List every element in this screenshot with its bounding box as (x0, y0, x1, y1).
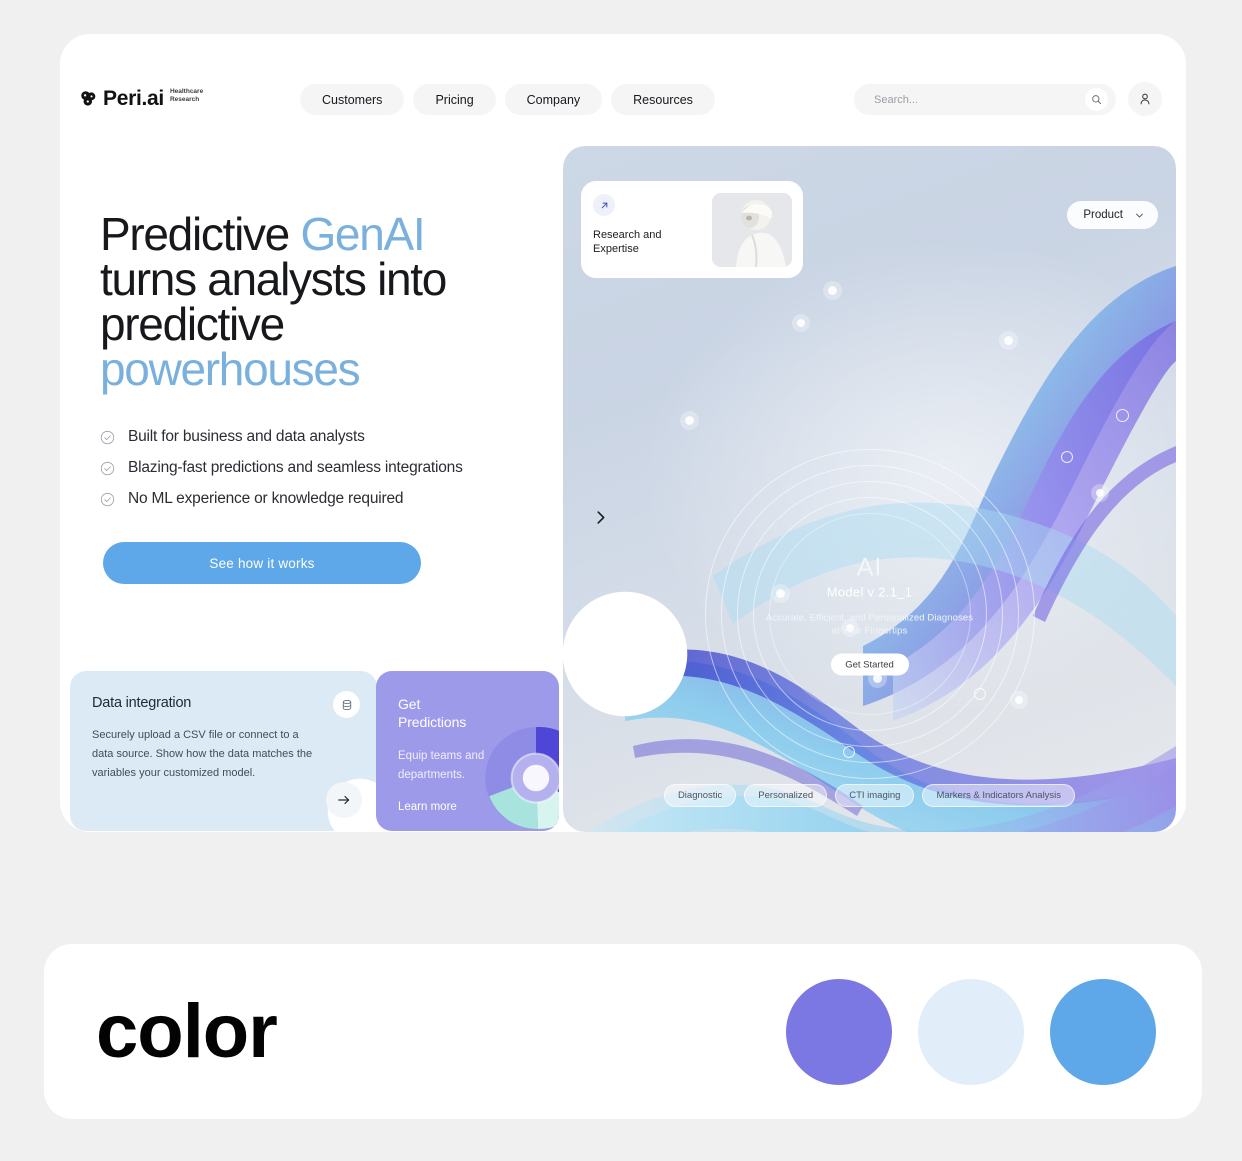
node-dot (797, 319, 805, 327)
node-dot (685, 416, 694, 425)
chevron-down-icon (1136, 213, 1143, 217)
research-and-expertise-card[interactable]: Research and Expertise (581, 181, 803, 278)
tag-markers-indicators-analysis[interactable]: Markers & Indicators Analysis (922, 784, 1076, 807)
profile-button[interactable] (1128, 82, 1162, 116)
hero-visual-panel: Research and Expertise Product AI Model … (563, 146, 1176, 832)
node-dot (1096, 489, 1104, 497)
ai-model-block: AI Model v 2.1_1 Accurate, Efficient, an… (740, 553, 1000, 676)
list-item: No ML experience or knowledge required (100, 490, 570, 508)
palette-swatches (786, 978, 1156, 1085)
tag-cti-imaging[interactable]: CTI imaging (835, 784, 915, 807)
website-preview-card: Peri.ai Healthcare Research Customers Pr… (60, 34, 1186, 832)
node-dot (1004, 336, 1013, 345)
main-nav: Customers Pricing Company Resources (300, 84, 715, 115)
hero-feature-list: Built for business and data analysts Bla… (100, 428, 570, 508)
node-dot (1015, 696, 1023, 704)
product-dropdown-label: Product (1083, 209, 1123, 221)
brand-name: Peri.ai (103, 87, 164, 110)
researcher-photo-illustration (712, 193, 792, 267)
arrow-up-right-icon (601, 202, 607, 208)
swatch-purple[interactable] (786, 978, 892, 1085)
nav-item-company[interactable]: Company (504, 84, 603, 115)
get-started-button[interactable]: Get Started (830, 653, 909, 676)
list-item-label: Built for business and data analysts (128, 428, 365, 445)
hero-next-button[interactable] (583, 500, 617, 534)
node-ring (974, 688, 986, 700)
capability-tag-row: Diagnostic Personalized CTI imaging Mark… (563, 784, 1176, 807)
peri-logo-icon (81, 91, 96, 106)
page-title: Predictive GenAI turns analysts into pre… (100, 211, 570, 395)
arrow-right-icon (338, 795, 350, 805)
check-circle-icon (100, 461, 115, 475)
data-integration-body: Securely upload a CSV file or connect to… (92, 729, 313, 779)
list-item: Built for business and data analysts (100, 428, 570, 446)
site-header: Peri.ai Healthcare Research Customers Pr… (60, 34, 1186, 164)
data-integration-next-button[interactable] (326, 782, 362, 818)
check-circle-icon (100, 492, 115, 506)
see-how-it-works-button[interactable]: See how it works (103, 542, 421, 584)
search-input[interactable] (874, 93, 1085, 106)
check-circle-icon (100, 430, 115, 444)
swatch-pale-blue[interactable] (918, 978, 1024, 1085)
research-arrow-badge[interactable] (593, 194, 615, 216)
list-item-label: Blazing-fast predictions and seamless in… (128, 459, 463, 476)
tag-diagnostic[interactable]: Diagnostic (663, 784, 737, 807)
brand-logo[interactable]: Peri.ai Healthcare Research (80, 86, 214, 109)
node-ring (1116, 409, 1129, 422)
search-box[interactable] (854, 84, 1116, 115)
ai-description: Accurate, Efficient, and Personalized Di… (765, 612, 974, 637)
list-item: Blazing-fast predictions and seamless in… (100, 459, 570, 477)
product-dropdown[interactable]: Product (1067, 201, 1158, 229)
brand-tagline: Healthcare Research (169, 88, 204, 103)
color-palette-card: color (44, 944, 1202, 1119)
get-predictions-card[interactable]: Get Predictions Equip teams and departme… (376, 671, 559, 831)
ai-title: AI (856, 553, 883, 582)
research-card-title: Research and Expertise (593, 229, 662, 255)
headline-line4-accent: powerhouses (100, 343, 361, 395)
nav-item-resources[interactable]: Resources (611, 84, 715, 115)
search-button[interactable] (1085, 88, 1108, 111)
database-icon (342, 699, 351, 710)
user-icon (1140, 93, 1150, 105)
data-integration-title: Data integration (92, 695, 192, 711)
node-dot (828, 286, 837, 295)
nav-item-customers[interactable]: Customers (300, 84, 405, 115)
swatch-blue[interactable] (1050, 978, 1156, 1085)
node-ring (1061, 451, 1073, 463)
list-item-label: No ML experience or knowledge required (128, 490, 404, 507)
tag-personalized[interactable]: Personalized (744, 784, 828, 807)
chevron-right-icon (596, 510, 604, 524)
search-icon (1092, 95, 1102, 105)
hero-copy: Predictive GenAI turns analysts into pre… (100, 211, 570, 584)
palette-heading: color (96, 988, 278, 1074)
ai-model-version: Model v 2.1_1 (826, 584, 913, 600)
page-root: Peri.ai Healthcare Research Customers Pr… (0, 0, 1242, 1161)
node-ring (843, 746, 855, 758)
researcher-photo (712, 193, 792, 267)
donut-chart-icon (485, 727, 559, 829)
nav-item-pricing[interactable]: Pricing (413, 84, 496, 115)
database-icon-badge (333, 691, 360, 718)
